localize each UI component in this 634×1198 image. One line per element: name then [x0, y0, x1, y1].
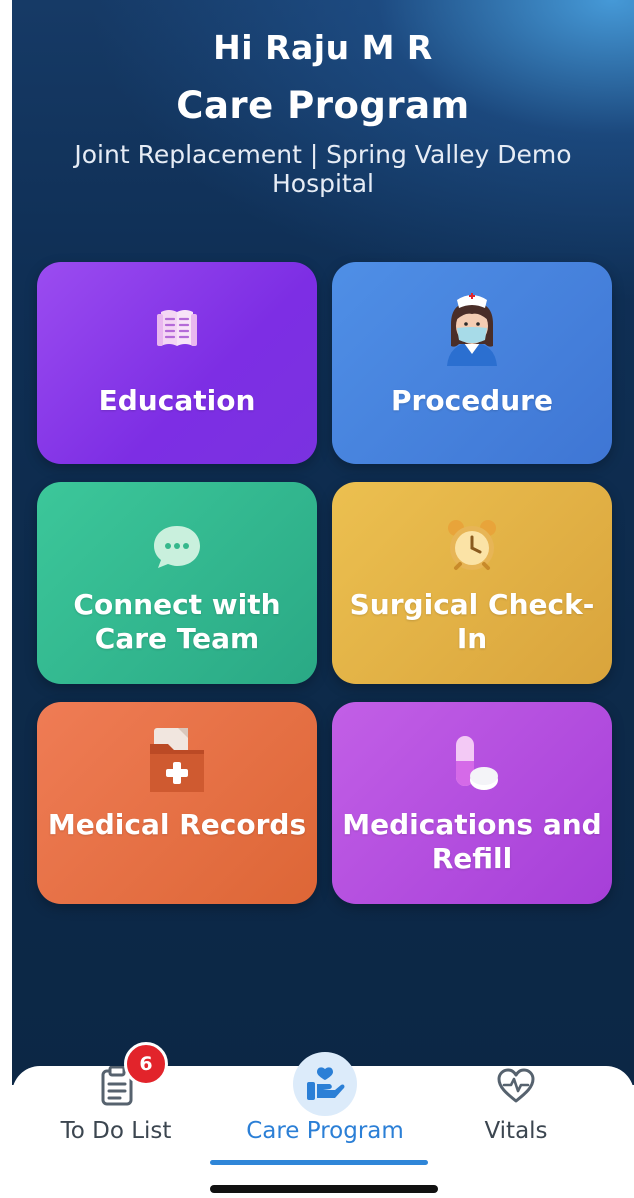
medical-folder-icon — [150, 728, 204, 792]
medications-refill-tile[interactable]: Medications and Refill — [332, 702, 612, 904]
heart-pulse-icon — [497, 1068, 535, 1103]
medications-refill-label: Medications and Refill — [342, 808, 602, 875]
to-do-count-badge: 6 — [124, 1042, 168, 1086]
pills-icon — [456, 736, 498, 790]
nav-item-care-program[interactable]: Care Program — [235, 1052, 415, 1166]
alarm-clock-icon — [448, 520, 496, 570]
care-program-screen: Hi Raju M R Care Program Joint Replaceme… — [0, 0, 634, 1198]
bottom-navigation-bar: To Do List Care Program Vitals — [12, 1052, 634, 1198]
active-tab-indicator — [210, 1160, 428, 1165]
nav-label-care-program: Care Program — [246, 1118, 404, 1144]
greeting-text: Hi Raju M R — [213, 28, 433, 67]
chat-bubble-icon — [154, 526, 200, 568]
medical-records-label: Medical Records — [47, 808, 307, 841]
nav-label-vitals: Vitals — [484, 1118, 548, 1144]
nurse-icon — [447, 293, 497, 366]
care-hand-icon — [307, 1067, 345, 1100]
nav-item-to-do-list[interactable]: To Do List — [26, 1066, 206, 1166]
nav-label-to-do-list: To Do List — [60, 1118, 172, 1144]
medical-records-tile[interactable]: Medical Records — [37, 702, 317, 904]
connect-care-team-tile[interactable]: Connect with Care Team — [37, 482, 317, 684]
program-subtitle: Joint Replacement | Spring Valley Demo H… — [74, 140, 572, 198]
education-label: Education — [98, 384, 256, 417]
nav-item-vitals[interactable]: Vitals — [426, 1066, 606, 1166]
education-tile[interactable]: Education — [37, 262, 317, 464]
home-indicator[interactable] — [210, 1185, 438, 1193]
surgical-check-in-tile[interactable]: Surgical Check-In — [332, 482, 612, 684]
book-icon — [157, 310, 197, 346]
procedure-tile[interactable]: Procedure — [332, 262, 612, 464]
connect-care-team-label: Connect with Care Team — [73, 588, 281, 655]
page-title: Care Program — [176, 84, 470, 127]
procedure-label: Procedure — [391, 384, 553, 417]
surgical-check-in-label: Surgical Check-In — [349, 588, 595, 655]
